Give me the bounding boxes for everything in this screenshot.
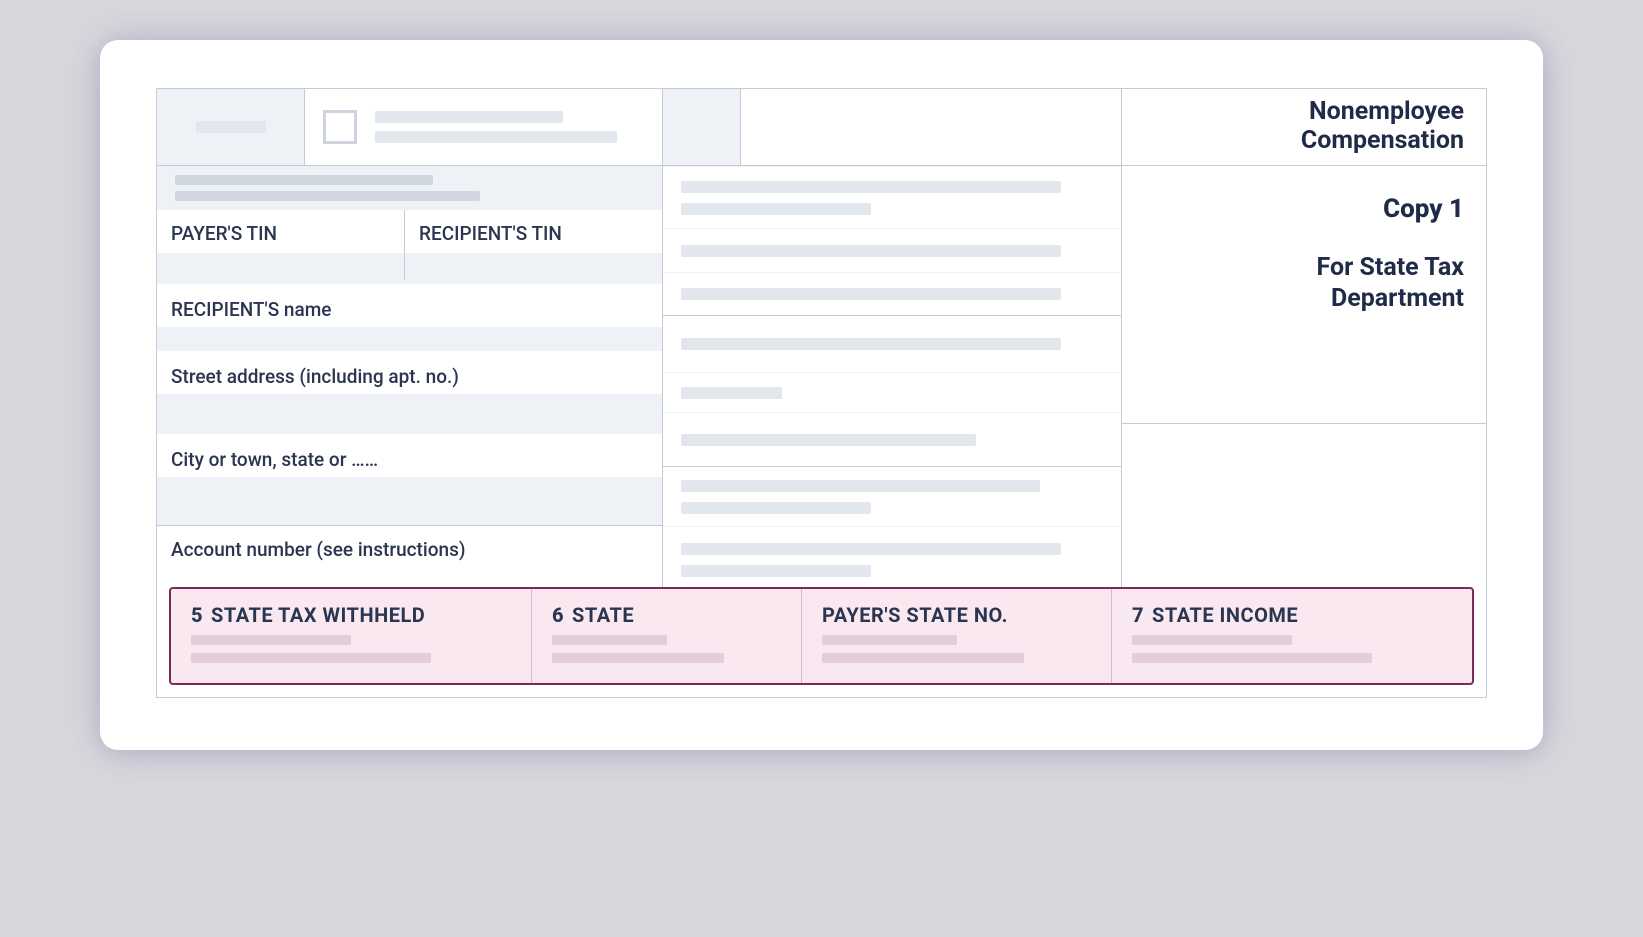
- recipient-tin-cell: RECIPIENT'S TIN: [405, 210, 662, 280]
- payer-tin-cell: PAYER'S TIN: [157, 210, 405, 280]
- box-6-text: STATE: [572, 603, 634, 627]
- form-right-column: Nonemployee Compensation Copy 1 For Stat…: [1121, 89, 1486, 593]
- payer-info-placeholder: [157, 166, 662, 210]
- dept-line1: For State Tax: [1317, 252, 1464, 283]
- form-upper: PAYER'S TIN RECIPIENT'S TIN RECIPIENT'S …: [157, 89, 1486, 593]
- form-card: PAYER'S TIN RECIPIENT'S TIN RECIPIENT'S …: [100, 40, 1543, 750]
- mid-placeholder-3: [663, 272, 1121, 316]
- placeholder-cell: [157, 89, 305, 165]
- mid-placeholder-5: [663, 372, 1121, 412]
- mid-placeholder-7: [663, 466, 1121, 526]
- box-6-number: 6: [552, 603, 564, 627]
- box-7-number: 7: [1132, 603, 1144, 627]
- street-label: Street address (including apt. no.): [157, 351, 662, 394]
- box-6-label: 6 STATE: [552, 603, 781, 627]
- city-label: City or town, state or ……: [157, 434, 662, 477]
- form-left-column: PAYER'S TIN RECIPIENT'S TIN RECIPIENT'S …: [157, 89, 663, 593]
- box-7-cell: 7 STATE INCOME: [1111, 589, 1472, 683]
- form-title-line2: Compensation: [1301, 127, 1464, 156]
- box-5-number: 5: [191, 603, 203, 627]
- box-5-label: 5 STATE TAX WITHHELD: [191, 603, 511, 627]
- form-title-cell: Nonemployee Compensation: [1121, 89, 1486, 166]
- recipient-name-label: RECIPIENT'S name: [157, 284, 662, 327]
- form-1099-nec: PAYER'S TIN RECIPIENT'S TIN RECIPIENT'S …: [156, 88, 1487, 698]
- state-info-row-highlighted: 5 STATE TAX WITHHELD 6 STATE PAYER'S STATE…: [169, 587, 1474, 685]
- payer-tin-label: PAYER'S TIN: [171, 222, 390, 245]
- blank-square: [663, 89, 741, 165]
- dept-line2: Department: [1317, 283, 1464, 314]
- placeholder-lines: [375, 111, 644, 143]
- right-blank-cell: [1121, 423, 1486, 593]
- box-5-text: STATE TAX WITHHELD: [211, 603, 425, 627]
- box-7-text: STATE INCOME: [1152, 603, 1298, 627]
- account-label: Account number (see instructions): [157, 525, 662, 593]
- recipient-tin-label: RECIPIENT'S TIN: [419, 222, 648, 245]
- box-6-cell: 6 STATE: [531, 589, 801, 683]
- top-row-left: [157, 89, 662, 166]
- mid-placeholder-2: [663, 228, 1121, 272]
- mid-top-row: [663, 89, 1121, 166]
- mid-placeholder-6: [663, 412, 1121, 466]
- copy-label: Copy 1: [1383, 194, 1464, 224]
- payer-state-no-cell: PAYER'S STATE NO.: [801, 589, 1111, 683]
- checkbox-row: [305, 89, 662, 165]
- checkbox-icon: [323, 110, 357, 144]
- box-7-label: 7 STATE INCOME: [1132, 603, 1452, 627]
- mid-placeholder-8: [663, 526, 1121, 593]
- form-title-line1: Nonemployee: [1309, 98, 1464, 127]
- payer-state-no-label: PAYER'S STATE NO.: [822, 603, 1091, 627]
- form-middle-column: [663, 89, 1121, 593]
- box-5-cell: 5 STATE TAX WITHHELD: [171, 589, 531, 683]
- mid-placeholder-4: [663, 316, 1121, 372]
- mid-placeholder-1: [663, 166, 1121, 228]
- blank-wide: [741, 89, 1121, 165]
- tin-row: PAYER'S TIN RECIPIENT'S TIN: [157, 210, 662, 280]
- copy-info-cell: Copy 1 For State Tax Department: [1121, 166, 1486, 423]
